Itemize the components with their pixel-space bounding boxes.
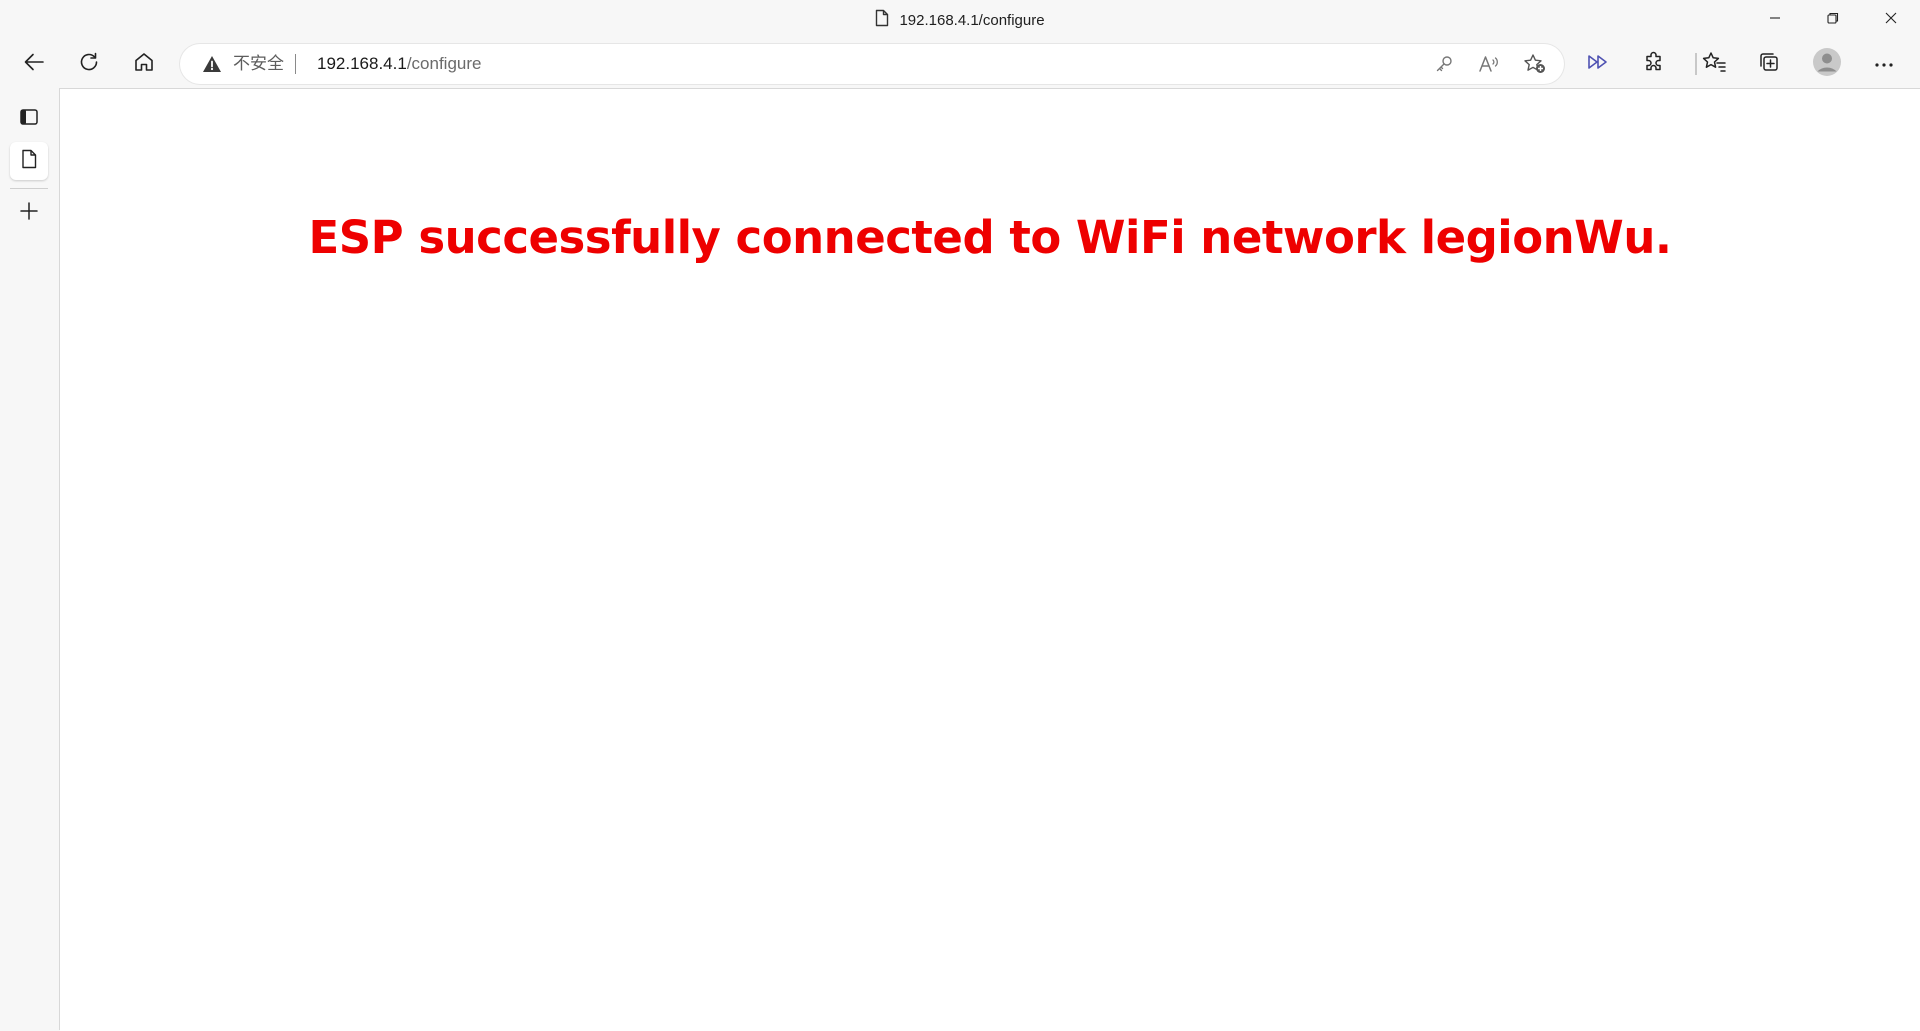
- new-tab-button[interactable]: [10, 194, 48, 232]
- puzzle-icon: [1643, 51, 1665, 78]
- page-content: ESP successfully connected to WiFi netwo…: [60, 88, 1920, 1031]
- extensions-button[interactable]: [1636, 46, 1672, 82]
- back-button[interactable]: [16, 46, 52, 82]
- page-icon: [21, 149, 37, 174]
- profile-button[interactable]: [1809, 46, 1845, 82]
- restore-button[interactable]: [1804, 0, 1862, 40]
- avatar: [1812, 47, 1842, 82]
- connection-status-message: ESP successfully connected to WiFi netwo…: [308, 211, 1672, 265]
- restore-icon: [1827, 11, 1839, 29]
- home-button[interactable]: [126, 46, 162, 82]
- window-controls: [1746, 0, 1920, 40]
- key-icon[interactable]: [1430, 50, 1458, 78]
- warning-icon[interactable]: [202, 55, 222, 78]
- window-title-group: 192.168.4.1/configure: [875, 9, 1045, 31]
- vertical-tabs-sidebar: [0, 88, 60, 1030]
- sidebar-divider: [10, 188, 48, 189]
- favorites-icon: [1702, 51, 1726, 78]
- back-arrow-icon: [23, 51, 45, 78]
- tab-actions-icon: [19, 108, 39, 131]
- close-icon: [1885, 11, 1897, 29]
- address-bar[interactable]: 不安全 192.168.4.1/configure: [180, 44, 1564, 84]
- url-path: /configure: [406, 54, 482, 73]
- more-button[interactable]: [1866, 46, 1902, 82]
- plus-icon: [19, 201, 39, 226]
- tab-current-page[interactable]: [10, 142, 48, 180]
- more-icon: [1874, 55, 1894, 73]
- home-icon: [133, 51, 155, 78]
- security-status-label[interactable]: 不安全: [233, 55, 284, 73]
- immersive-reader-button[interactable]: [1580, 46, 1616, 82]
- immersive-reader-icon: [1587, 53, 1609, 76]
- window-title: 192.168.4.1/configure: [899, 11, 1045, 29]
- minimize-button[interactable]: [1746, 0, 1804, 40]
- favorite-add-icon[interactable]: [1521, 50, 1549, 78]
- collections-icon: [1758, 51, 1780, 78]
- url-host: 192.168.4.1: [317, 54, 407, 73]
- document-icon: [875, 9, 889, 31]
- url-text[interactable]: 192.168.4.1/configure: [317, 55, 481, 73]
- browser-toolbar: 不安全 192.168.4.1/configure: [0, 40, 1920, 88]
- tab-actions-button[interactable]: [10, 100, 48, 138]
- read-aloud-icon[interactable]: [1475, 50, 1503, 78]
- favorites-button[interactable]: [1696, 46, 1732, 82]
- collections-button[interactable]: [1751, 46, 1787, 82]
- close-button[interactable]: [1862, 0, 1920, 40]
- refresh-icon: [78, 51, 100, 78]
- address-divider: [295, 54, 296, 74]
- refresh-button[interactable]: [71, 46, 107, 82]
- minimize-icon: [1769, 11, 1781, 29]
- title-bar: 192.168.4.1/configure: [0, 0, 1920, 40]
